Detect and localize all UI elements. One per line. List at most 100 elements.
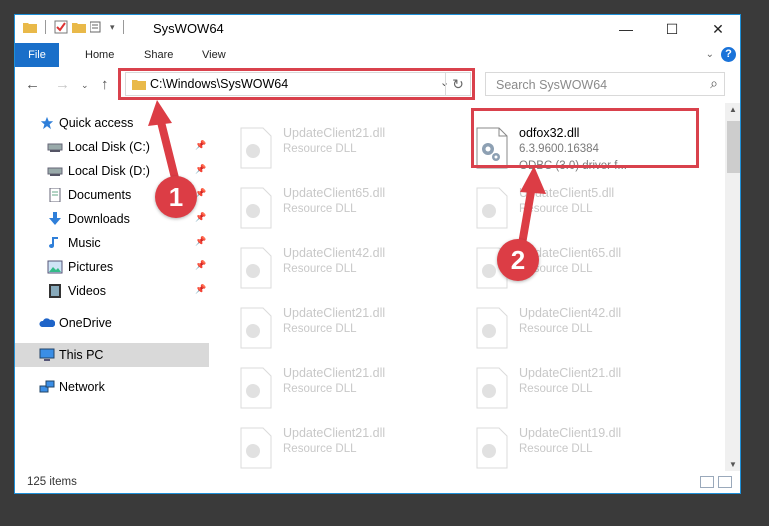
- pictures-icon: [47, 260, 63, 274]
- music-icon: [49, 237, 58, 248]
- item-count: 125 items: [27, 476, 77, 488]
- sidebar-item-label: Videos: [68, 284, 106, 298]
- file-name: UpdateClient5.dll: [519, 186, 615, 200]
- computer-icon: [39, 348, 55, 361]
- downloads-icon: [49, 212, 61, 225]
- up-arrow-icon[interactable]: ↑: [101, 76, 109, 93]
- dll-file-icon: [240, 427, 272, 469]
- file-type: Resource DLL: [519, 323, 593, 335]
- recent-locations-chevron-icon[interactable]: ⌄: [81, 80, 89, 91]
- close-button[interactable]: ✕: [695, 15, 740, 43]
- sidebar-item-local-disk-c[interactable]: Local Disk (C:) 📌: [15, 135, 209, 159]
- scroll-down-arrow-icon[interactable]: ▼: [729, 460, 737, 469]
- dll-file-icon: [476, 427, 508, 469]
- pin-icon[interactable]: 📌: [195, 140, 206, 151]
- customize-toolbar-chevron-icon[interactable]: ▾: [110, 22, 115, 33]
- sidebar-item-music[interactable]: Music 📌: [15, 231, 209, 255]
- file-item[interactable]: UpdateClient65.dll Resource DLL: [447, 243, 667, 297]
- pin-icon[interactable]: 📌: [195, 260, 206, 271]
- file-type: Resource DLL: [283, 203, 357, 215]
- toolbar-divider: [122, 20, 124, 34]
- sidebar-item-label: OneDrive: [59, 316, 112, 330]
- forward-arrow-icon[interactable]: →: [55, 76, 70, 93]
- file-item[interactable]: UpdateClient42.dll Resource DLL: [211, 243, 431, 297]
- folder-icon[interactable]: [23, 21, 37, 33]
- ribbon-tabs: File Home Share View ⌄ ?: [15, 43, 740, 97]
- details-view-icon[interactable]: [700, 476, 714, 488]
- file-name: UpdateClient19.dll: [519, 426, 622, 440]
- sidebar-item-quick-access[interactable]: Quick access: [15, 111, 209, 135]
- videos-icon: [49, 284, 61, 298]
- address-highlight-box: [118, 68, 475, 100]
- quick-access-toolbar: ▾: [23, 20, 128, 34]
- drive-icon: [47, 143, 63, 152]
- file-type: Resource DLL: [283, 143, 357, 155]
- file-item[interactable]: UpdateClient21.dll Resource DLL: [211, 303, 431, 357]
- sidebar-item-videos[interactable]: Videos 📌: [15, 279, 209, 303]
- file-item[interactable]: UpdateClient19.dll Resource DLL: [447, 423, 667, 471]
- file-item[interactable]: UpdateClient21.dll Resource DLL: [447, 363, 667, 417]
- drive-icon: [47, 167, 63, 176]
- file-name: UpdateClient42.dll: [519, 306, 622, 320]
- tab-share[interactable]: Share: [144, 43, 173, 67]
- sidebar-item-label: Music: [68, 236, 101, 250]
- pin-icon[interactable]: 📌: [195, 164, 206, 175]
- scroll-up-arrow-icon[interactable]: ▲: [729, 105, 737, 114]
- network-icon: [39, 380, 55, 393]
- sidebar-item-onedrive[interactable]: OneDrive: [15, 311, 209, 335]
- file-item[interactable]: UpdateClient21.dll Resource DLL: [211, 423, 431, 471]
- file-name: UpdateClient65.dll: [283, 186, 386, 200]
- tab-view[interactable]: View: [202, 43, 226, 67]
- search-box[interactable]: Search SysWOW64 ⌕: [485, 72, 725, 96]
- rename-icon[interactable]: [90, 21, 106, 33]
- vertical-scrollbar[interactable]: ▲ ▼: [725, 103, 740, 471]
- dll-file-icon: [240, 127, 272, 169]
- minimize-button[interactable]: —: [603, 15, 649, 43]
- help-icon[interactable]: ?: [721, 47, 736, 62]
- properties-icon[interactable]: [54, 20, 68, 34]
- file-name: UpdateClient21.dll: [283, 126, 386, 140]
- file-type: Resource DLL: [519, 203, 593, 215]
- sidebar-item-network[interactable]: Network: [15, 375, 209, 399]
- file-type: Resource DLL: [283, 323, 357, 335]
- sidebar-item-pictures[interactable]: Pictures 📌: [15, 255, 209, 279]
- file-item[interactable]: UpdateClient5.dll Resource DLL: [447, 183, 667, 237]
- sidebar-item-label: Downloads: [68, 212, 130, 226]
- sidebar-item-label: Pictures: [68, 260, 114, 274]
- file-type: Resource DLL: [283, 383, 357, 395]
- file-item[interactable]: UpdateClient21.dll Resource DLL: [211, 363, 431, 417]
- tab-home[interactable]: Home: [85, 43, 114, 67]
- expand-ribbon-chevron-icon[interactable]: ⌄: [706, 49, 714, 60]
- file-type: Resource DLL: [519, 383, 593, 395]
- new-folder-icon[interactable]: [72, 21, 86, 33]
- dll-file-icon: [240, 367, 272, 409]
- back-arrow-icon[interactable]: ←: [25, 76, 40, 93]
- file-item[interactable]: UpdateClient42.dll Resource DLL: [447, 303, 667, 357]
- dll-file-icon: [476, 307, 508, 349]
- sidebar-item-this-pc[interactable]: This PC: [15, 343, 209, 367]
- dll-file-icon: [240, 247, 272, 289]
- search-placeholder[interactable]: Search SysWOW64: [496, 78, 607, 92]
- cloud-icon: [39, 318, 55, 327]
- sidebar-item-label: This PC: [59, 348, 104, 362]
- documents-icon: [49, 188, 61, 202]
- file-item[interactable]: UpdateClient65.dll Resource DLL: [211, 183, 431, 237]
- sidebar-item-label: Local Disk (C:): [68, 140, 150, 154]
- dll-file-icon: [476, 187, 508, 229]
- pin-icon[interactable]: 📌: [195, 212, 206, 223]
- pin-icon[interactable]: 📌: [195, 284, 206, 295]
- sidebar-item-label: Network: [59, 380, 105, 394]
- large-icons-view-icon[interactable]: [718, 476, 732, 488]
- file-name: UpdateClient21.dll: [519, 366, 622, 380]
- navigation-pane: Quick access Local Disk (C:) 📌 Local Dis…: [15, 103, 209, 471]
- file-type: Resource DLL: [283, 443, 357, 455]
- file-item[interactable]: UpdateClient21.dll Resource DLL: [211, 123, 431, 177]
- toolbar-divider: [45, 20, 46, 34]
- search-icon[interactable]: ⌕: [710, 75, 718, 92]
- pin-icon[interactable]: 📌: [195, 236, 206, 247]
- dll-file-icon: [240, 187, 272, 229]
- view-toggle: [700, 476, 732, 488]
- file-name: UpdateClient21.dll: [283, 366, 386, 380]
- scrollbar-thumb[interactable]: [727, 121, 740, 173]
- maximize-button[interactable]: ☐: [649, 15, 695, 43]
